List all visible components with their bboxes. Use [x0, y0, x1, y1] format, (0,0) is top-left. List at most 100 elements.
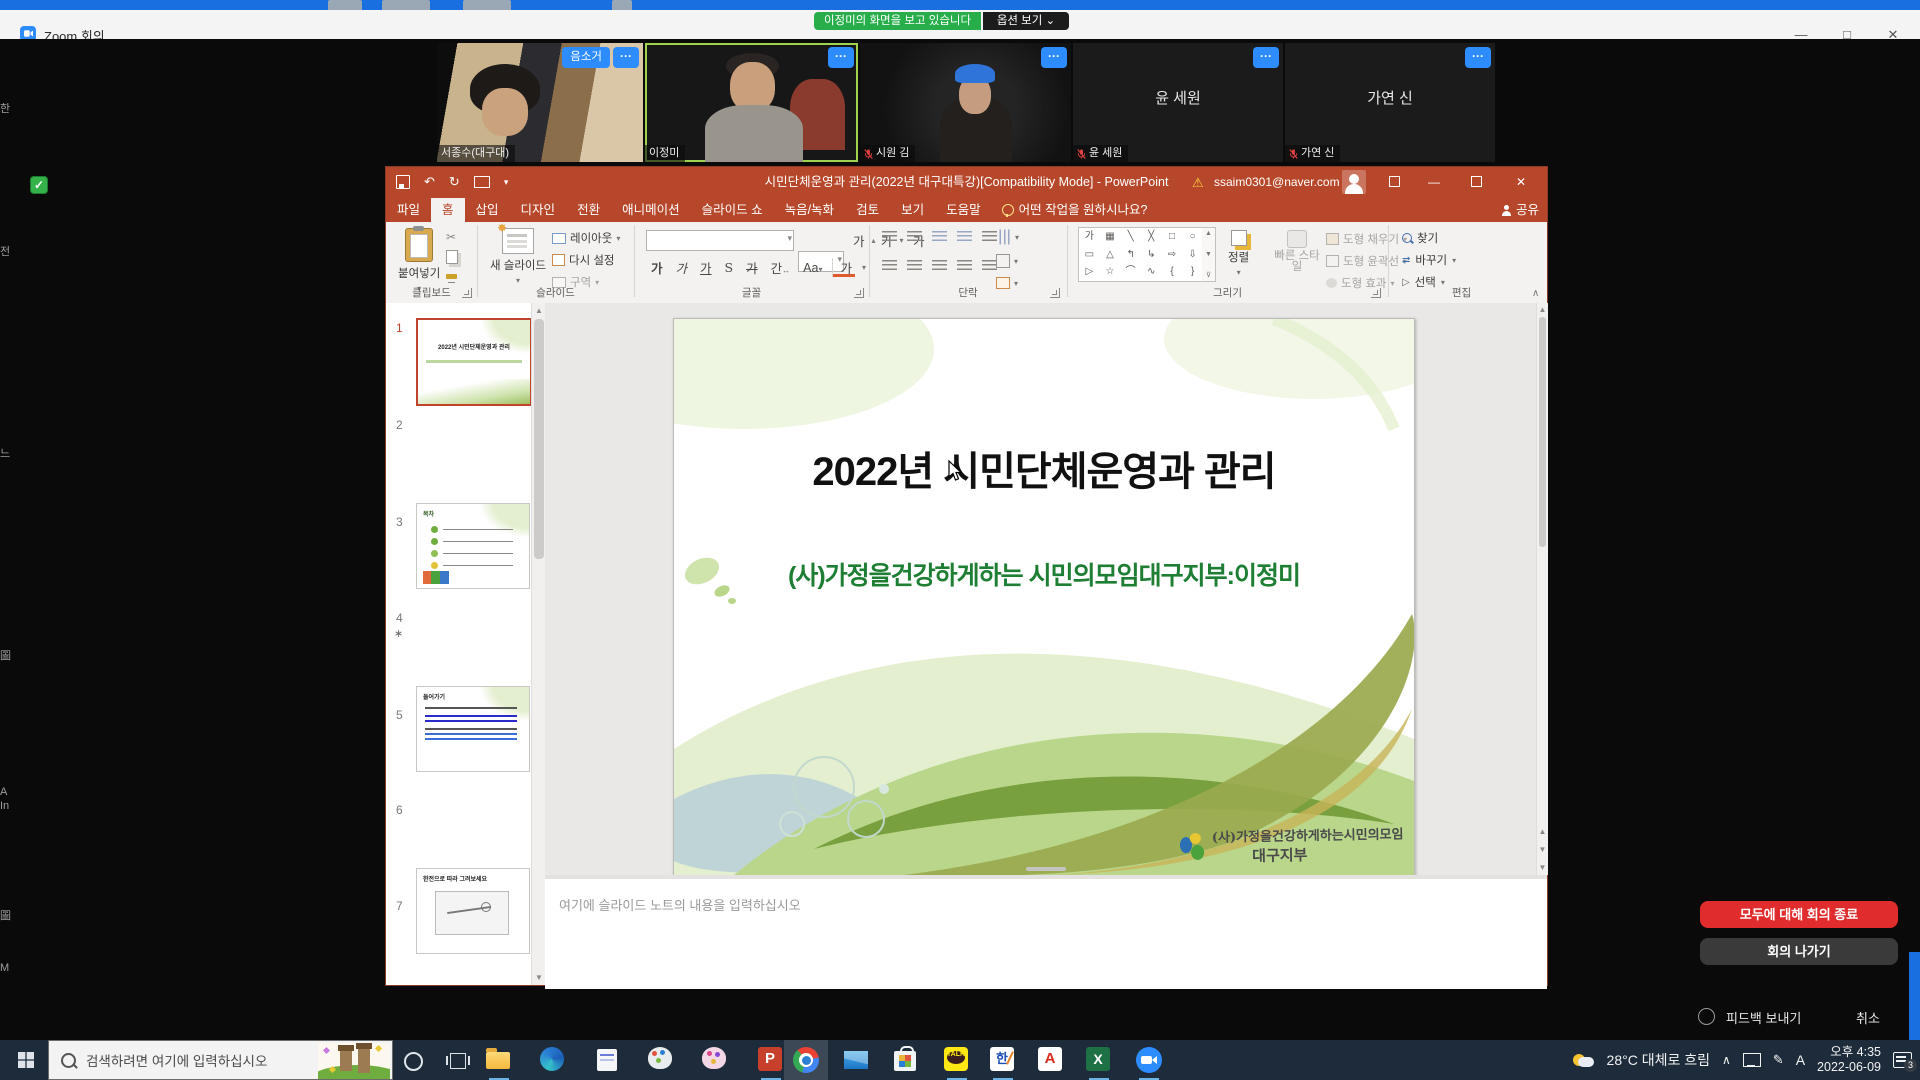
ribbon-display-options-icon[interactable]: [1374, 167, 1414, 198]
hangul-hwp-icon[interactable]: 한: [990, 1047, 1016, 1073]
powerpoint-icon[interactable]: P: [758, 1047, 784, 1073]
change-case-button[interactable]: Aa▾: [800, 261, 825, 275]
slide-thumbnail[interactable]: 들어가기: [416, 686, 530, 772]
font-dialog-launcher[interactable]: [854, 288, 864, 298]
clock[interactable]: 오후 4:35 2022-06-09: [1817, 1045, 1881, 1075]
mail-icon[interactable]: [844, 1047, 870, 1073]
cancel-link[interactable]: 취소: [1856, 1008, 1880, 1027]
chrome-icon[interactable]: [793, 1047, 819, 1073]
more-options-button[interactable]: ···: [613, 47, 639, 68]
pen-icon[interactable]: ✎: [1773, 1052, 1784, 1068]
font-color-caret-icon[interactable]: ▾: [862, 263, 866, 272]
warning-icon[interactable]: ⚠: [1192, 175, 1204, 191]
text-shadow-button[interactable]: S: [722, 260, 737, 275]
leave-meeting-button[interactable]: 회의 나가기: [1700, 938, 1898, 965]
shape-icon[interactable]: ⇩: [1182, 246, 1203, 264]
tab-view[interactable]: 보기: [890, 198, 935, 222]
notes-placeholder[interactable]: 여기에 슬라이드 노트의 내용을 입력하십시오: [559, 895, 801, 914]
slide-thumbnail[interactable]: 한전으로 따라 그려보세요: [416, 868, 530, 954]
bullets-icon[interactable]: [882, 231, 897, 243]
zoom-app-icon[interactable]: [1136, 1047, 1162, 1073]
shape-icon[interactable]: ╳: [1141, 228, 1162, 246]
bold-button[interactable]: 가: [648, 258, 666, 277]
more-options-button[interactable]: ···: [1253, 47, 1279, 68]
columns-icon[interactable]: [982, 260, 997, 272]
strikethrough-button[interactable]: 가: [743, 258, 761, 277]
ppt-restore-button[interactable]: [1456, 167, 1496, 198]
tab-review[interactable]: 검토: [845, 198, 890, 222]
file-explorer-icon[interactable]: [486, 1047, 512, 1073]
search-highlight-decoration[interactable]: [318, 1043, 390, 1079]
qat-customize-icon[interactable]: ▾: [504, 177, 509, 188]
scroll-up-icon[interactable]: ▲: [1537, 305, 1548, 314]
cut-icon[interactable]: ✂: [446, 230, 456, 244]
align-right-icon[interactable]: [932, 260, 947, 272]
sticky-notes-icon[interactable]: [594, 1047, 620, 1073]
share-button[interactable]: 공유: [1501, 198, 1539, 222]
shape-icon[interactable]: □: [1162, 228, 1183, 246]
redo-icon[interactable]: ↻: [449, 174, 460, 190]
shapes-gallery[interactable]: 가 ▦ ╲ ╳ □ ○ ▭ △ ↰ ↳ ⇨ ⇩ ▷ ☆ ⌒ ∿ { }: [1078, 227, 1204, 282]
scrollbar-thumb[interactable]: [1539, 317, 1546, 547]
justify-icon[interactable]: [957, 260, 972, 272]
task-view-icon[interactable]: [450, 1053, 466, 1069]
more-options-button[interactable]: ···: [828, 47, 854, 68]
tray-expand-icon[interactable]: ∧: [1722, 1053, 1731, 1067]
font-color-button[interactable]: 가: [832, 258, 855, 277]
start-button[interactable]: [8, 1040, 44, 1080]
participant-tile[interactable]: ··· 시원 김: [860, 43, 1071, 162]
tab-insert[interactable]: 삽입: [465, 198, 510, 222]
participant-tile[interactable]: 음소거 ··· 서종수(대구대): [437, 43, 643, 162]
increase-indent-icon[interactable]: [957, 231, 972, 243]
paragraph-dialog-launcher[interactable]: [1050, 288, 1060, 298]
end-meeting-for-all-button[interactable]: 모두에 대해 회의 종료: [1700, 901, 1898, 928]
mute-button[interactable]: 음소거: [562, 47, 610, 68]
taskbar-search-box[interactable]: 검색하려면 여기에 입력하십시오: [48, 1040, 393, 1080]
shape-icon[interactable]: ☆: [1100, 263, 1121, 281]
slide-title[interactable]: 2022년 시민단체운영과 관리: [674, 439, 1414, 497]
grow-font-button[interactable]: 가▴: [850, 231, 876, 250]
tab-design[interactable]: 디자인: [510, 198, 567, 222]
shape-icon[interactable]: {: [1162, 263, 1183, 281]
weather-text[interactable]: 28°C 대체로 흐림: [1607, 1050, 1710, 1070]
font-name-combo[interactable]: [646, 230, 794, 251]
text-direction-button[interactable]: ▾: [996, 231, 1019, 243]
network-display-icon[interactable]: [1743, 1053, 1761, 1067]
tab-file[interactable]: 파일: [386, 198, 431, 222]
more-options-button[interactable]: ···: [1041, 47, 1067, 68]
previous-slide-icon[interactable]: ▲: [1537, 827, 1548, 836]
shape-outline-button[interactable]: 도형 윤곽선 ▾: [1326, 253, 1407, 269]
shape-fill-button[interactable]: 도형 채우기 ▾: [1326, 231, 1407, 247]
tab-slideshow[interactable]: 슬라이드 쇼: [691, 198, 774, 222]
shape-icon[interactable]: ▷: [1079, 263, 1100, 281]
slideshow-icon[interactable]: [474, 176, 490, 188]
scrollbar-thumb[interactable]: [534, 319, 544, 559]
slide-thumbnail-selected[interactable]: 2022년 시민단체운영과 관리: [416, 318, 532, 406]
cortana-icon[interactable]: [404, 1052, 423, 1071]
find-button[interactable]: 찾기: [1402, 230, 1438, 246]
tell-me-box[interactable]: 어떤 작업을 원하시나요?: [992, 198, 1158, 222]
account-email[interactable]: ssaim0301@naver.com: [1214, 175, 1340, 189]
shape-icon[interactable]: ▭: [1079, 246, 1100, 264]
shape-icon[interactable]: ↰: [1120, 246, 1141, 264]
replace-button[interactable]: ⇄ 바꾸기 ▾: [1402, 252, 1456, 268]
shape-icon[interactable]: △: [1100, 246, 1121, 264]
ppt-close-button[interactable]: ✕: [1501, 167, 1541, 198]
view-options-button[interactable]: 옵션 보기 ⌄: [983, 12, 1069, 30]
thumbnail-scrollbar[interactable]: ▲ ▼: [531, 303, 546, 985]
shape-icon[interactable]: ∿: [1141, 263, 1162, 281]
collapse-ribbon-icon[interactable]: ∧: [1532, 288, 1539, 299]
excel-icon[interactable]: X: [1086, 1047, 1112, 1073]
edge-browser-icon[interactable]: [540, 1047, 566, 1073]
scroll-down-icon[interactable]: ▼: [1537, 863, 1548, 872]
drawing-dialog-launcher[interactable]: [1371, 288, 1381, 298]
slide-scrollbar[interactable]: ▲ ▲ ▼ ▼: [1536, 303, 1548, 875]
paste-button[interactable]: 붙여넣기 ▾: [398, 228, 440, 293]
undo-icon[interactable]: ↶: [424, 174, 435, 190]
shapes-gallery-scroll[interactable]: ▲▼⊽: [1202, 227, 1216, 282]
save-icon[interactable]: [396, 175, 410, 189]
shape-icon[interactable]: ╲: [1120, 228, 1141, 246]
account-avatar[interactable]: [1342, 170, 1366, 194]
italic-button[interactable]: 가: [673, 258, 691, 277]
shape-icon[interactable]: ↳: [1141, 246, 1162, 264]
